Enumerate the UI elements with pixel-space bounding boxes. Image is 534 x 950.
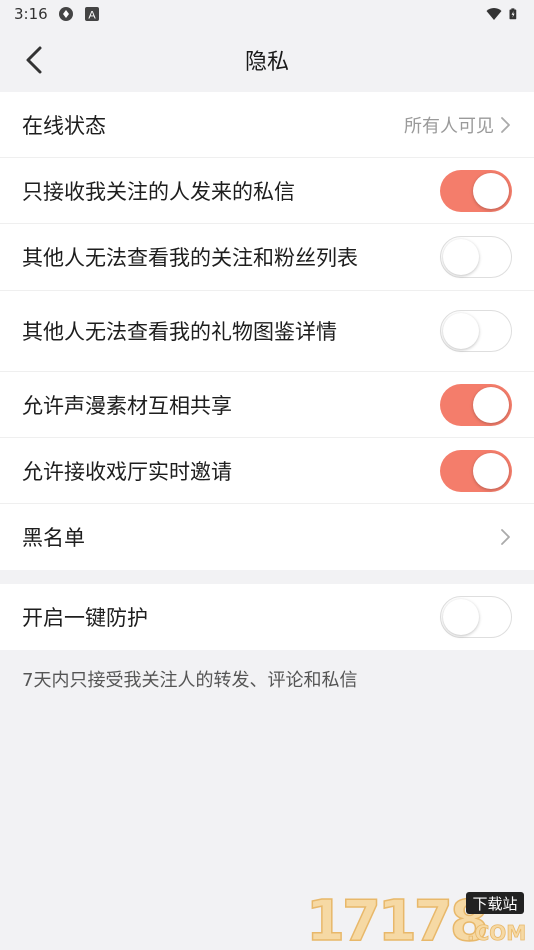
online-status-value: 所有人可见 <box>404 115 494 137</box>
watermark-badge: 下载站 <box>472 895 517 913</box>
status-time: 3:16 <box>14 5 48 23</box>
hide-follow-list-label: 其他人无法查看我的关注和粉丝列表 <box>22 246 358 270</box>
allow-material-share-label: 允许声漫素材互相共享 <box>22 393 232 418</box>
privacy-settings-list: 在线状态 所有人可见 只接收我关注的人发来的私信 其他人无法查看我的关注和粉丝列… <box>0 92 534 570</box>
svg-text:A: A <box>88 10 96 22</box>
chevron-left-icon <box>26 46 42 74</box>
only-followed-dm-label: 只接收我关注的人发来的私信 <box>22 179 295 204</box>
one-click-protection-toggle[interactable] <box>440 596 512 638</box>
protection-note: 7天内只接受我关注人的转发、评论和私信 <box>22 670 358 691</box>
status-bar: 3:16 A <box>0 0 534 28</box>
hide-gift-gallery-toggle[interactable] <box>440 310 512 352</box>
chevron-right-icon <box>501 116 510 133</box>
watermark-suffix: .COM <box>467 921 526 945</box>
one-click-protection-row: 开启一键防护 <box>0 584 534 650</box>
hide-gift-gallery-row: 其他人无法查看我的礼物图鉴详情 <box>0 291 534 372</box>
protection-settings: 开启一键防护 <box>0 584 534 650</box>
toggle-knob <box>443 313 479 349</box>
nav-bar: 隐私 <box>0 28 534 92</box>
toggle-knob <box>473 172 509 209</box>
allow-theater-invite-row: 允许接收戏厅实时邀请 <box>0 438 534 504</box>
toggle-knob <box>473 386 509 423</box>
watermark-number: 17178 <box>306 889 486 946</box>
allow-theater-invite-label: 允许接收戏厅实时邀请 <box>22 459 232 484</box>
toggle-knob <box>443 599 479 635</box>
hide-follow-list-row: 其他人无法查看我的关注和粉丝列表 <box>0 224 534 291</box>
only-followed-dm-toggle[interactable] <box>440 169 512 212</box>
chevron-right-icon <box>501 529 510 545</box>
page-title: 隐私 <box>244 50 289 75</box>
one-click-protection-label: 开启一键防护 <box>22 606 148 630</box>
privacy-settings-page: 3:16 A 隐私 在线状态 所有人可见 只接收我关注的人发来的私信 其他人无法… <box>0 0 534 950</box>
allow-theater-invite-toggle[interactable] <box>440 449 512 492</box>
a-icon: A <box>84 7 99 22</box>
toggle-knob <box>443 239 479 275</box>
sync-icon <box>58 7 73 21</box>
only-followed-dm-row: 只接收我关注的人发来的私信 <box>0 158 534 224</box>
hide-follow-list-toggle[interactable] <box>440 236 512 278</box>
online-status-row[interactable]: 在线状态 所有人可见 <box>0 92 534 158</box>
battery-icon <box>509 8 517 20</box>
site-watermark-logo: 17178 下载站 .COM <box>306 888 527 946</box>
back-button[interactable] <box>16 42 52 78</box>
blacklist-label: 黑名单 <box>22 526 85 550</box>
online-status-label: 在线状态 <box>22 113 106 138</box>
hide-gift-gallery-label: 其他人无法查看我的礼物图鉴详情 <box>22 320 337 344</box>
blacklist-row[interactable]: 黑名单 <box>0 504 534 570</box>
allow-material-share-row: 允许声漫素材互相共享 <box>0 372 534 438</box>
toggle-knob <box>473 452 509 489</box>
wifi-icon <box>486 8 502 20</box>
allow-material-share-toggle[interactable] <box>440 383 512 426</box>
